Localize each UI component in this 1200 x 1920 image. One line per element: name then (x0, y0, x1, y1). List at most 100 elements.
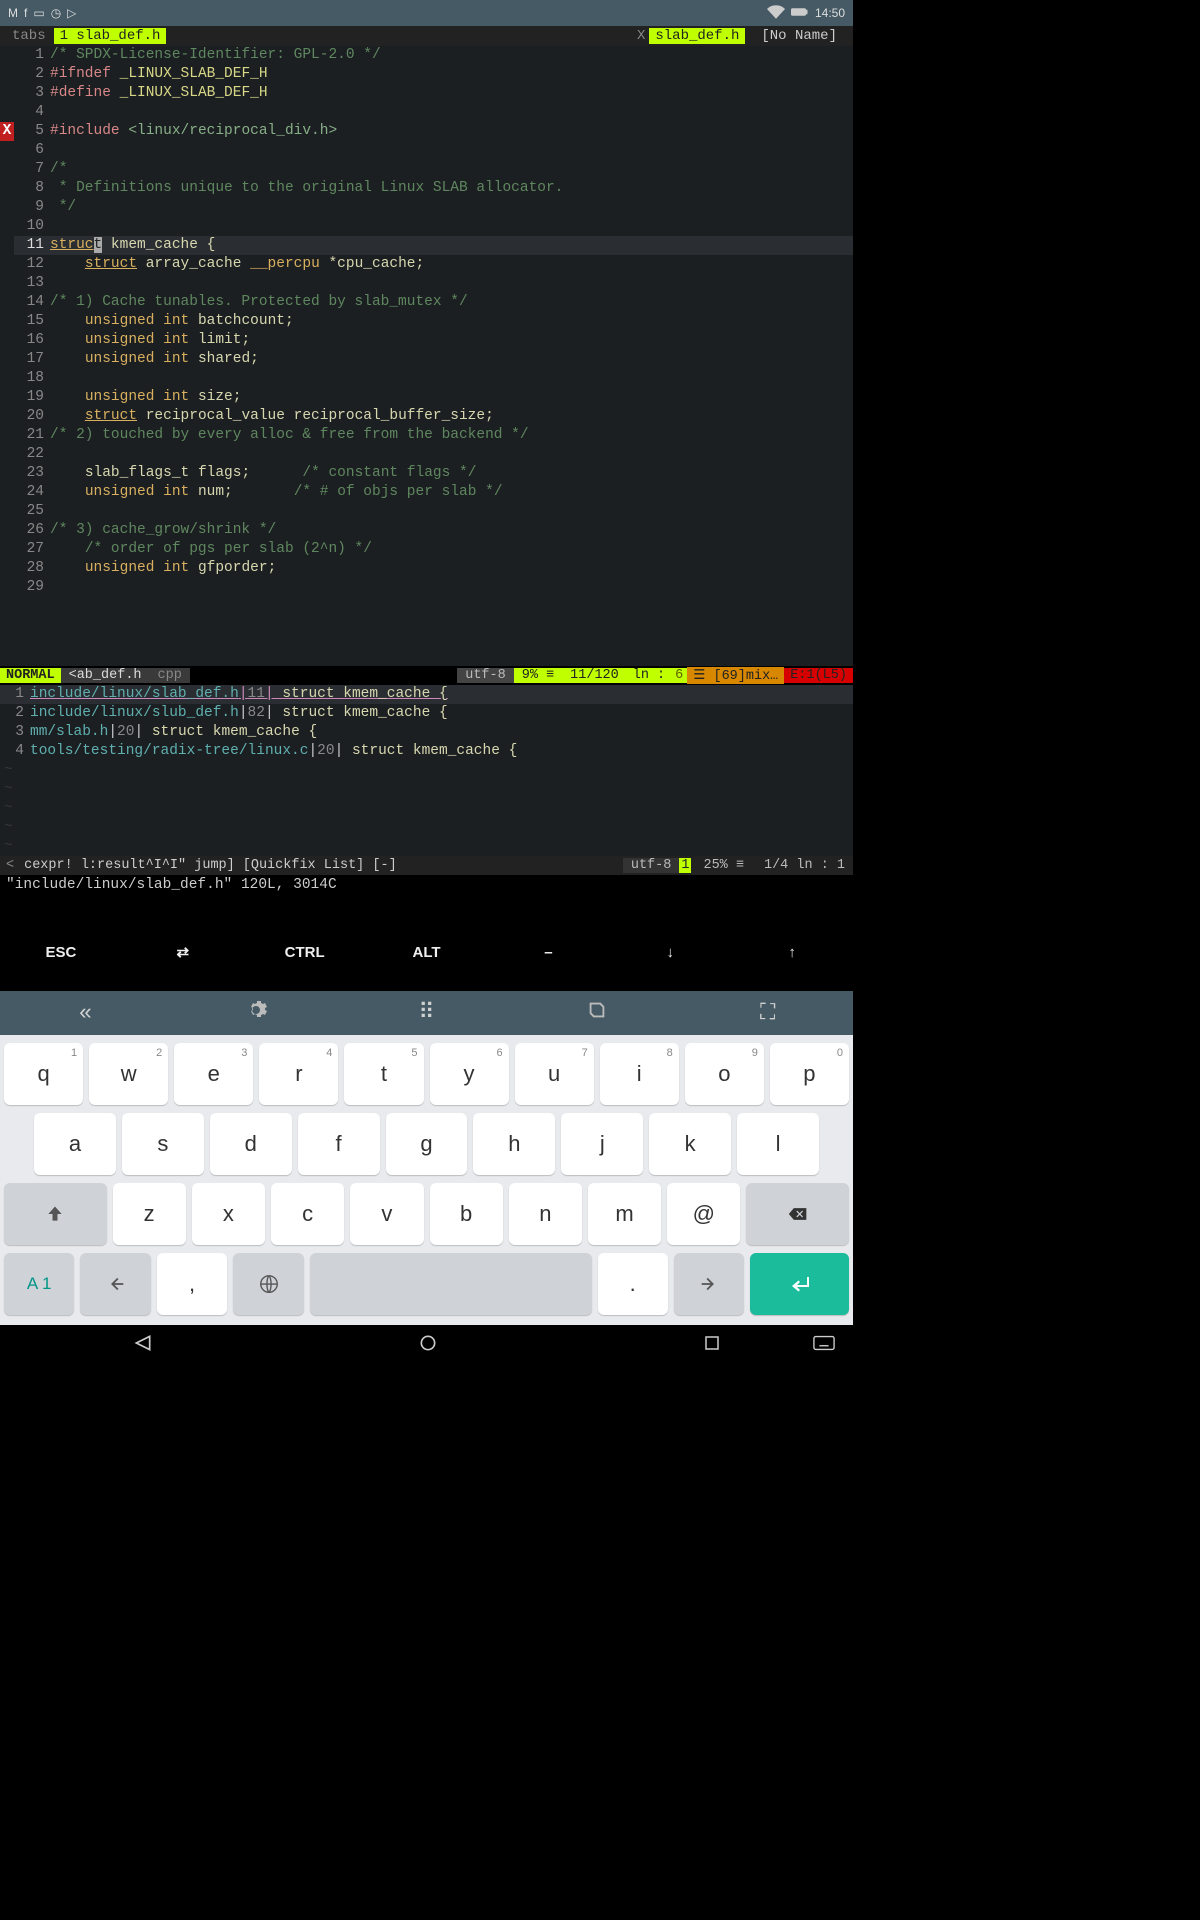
key-n[interactable]: n (509, 1183, 582, 1245)
key-j[interactable]: j (561, 1113, 643, 1175)
code-line[interactable]: 14/* 1) Cache tunables. Protected by sla… (0, 293, 853, 312)
key-p[interactable]: 0p (770, 1043, 849, 1105)
key-f[interactable]: f (298, 1113, 380, 1175)
code-line[interactable]: 16 unsigned int limit; (0, 331, 853, 350)
key-r[interactable]: 4r (259, 1043, 338, 1105)
code-line[interactable]: 2#ifndef _LINUX_SLAB_DEF_H (0, 65, 853, 84)
airline-warning: ☰ [69]mix… (687, 667, 784, 684)
code-line[interactable]: 1/* SPDX-License-Identifier: GPL-2.0 */ (0, 46, 853, 65)
code-line[interactable]: 18 (0, 369, 853, 388)
key-h[interactable]: h (473, 1113, 555, 1175)
key-b[interactable]: b (430, 1183, 503, 1245)
nav-keyboard-icon[interactable] (813, 1335, 835, 1356)
code-line[interactable]: 21/* 2) touched by every alloc & free fr… (0, 426, 853, 445)
code-line[interactable]: 20 struct reciprocal_value reciprocal_bu… (0, 407, 853, 426)
term-key-ctrl[interactable]: CTRL (244, 944, 366, 961)
key-d[interactable]: d (210, 1113, 292, 1175)
key-comma[interactable]: , (157, 1253, 227, 1315)
vim-tabline[interactable]: tabs 1 slab_def.h X slab_def.h [No Name] (0, 26, 853, 46)
calendar-icon: ▭ (33, 6, 44, 20)
code-line[interactable]: 17 unsigned int shared; (0, 350, 853, 369)
airline-ln-label: ln : (627, 668, 671, 683)
code-line[interactable]: 7/* (0, 160, 853, 179)
facebook-icon: f (24, 6, 27, 20)
code-line[interactable]: X5#include <linux/reciprocal_div.h> (0, 122, 853, 141)
key-z[interactable]: z (113, 1183, 186, 1245)
term-key-↓[interactable]: ↓ (609, 944, 731, 961)
code-line[interactable]: 28 unsigned int gfporder; (0, 559, 853, 578)
key-c[interactable]: c (271, 1183, 344, 1245)
term-key-–[interactable]: – (487, 944, 609, 961)
tab-buffer-1[interactable]: slab_def.h (649, 28, 745, 44)
code-line[interactable]: 10 (0, 217, 853, 236)
code-line[interactable]: 11struct kmem_cache { (0, 236, 853, 255)
key-shift[interactable] (4, 1183, 107, 1245)
key-at[interactable]: @ (667, 1183, 740, 1245)
key-x[interactable]: x (192, 1183, 265, 1245)
code-line[interactable]: 26/* 3) cache_grow/shrink */ (0, 521, 853, 540)
key-l[interactable]: l (737, 1113, 819, 1175)
key-w[interactable]: 2w (89, 1043, 168, 1105)
term-key-⇄[interactable]: ⇄ (122, 943, 244, 961)
term-key-↑[interactable]: ↑ (731, 944, 853, 961)
code-line[interactable]: 15 unsigned int batchcount; (0, 312, 853, 331)
key-backspace[interactable] (746, 1183, 849, 1245)
key-m[interactable]: m (588, 1183, 661, 1245)
code-line[interactable]: 8 * Definitions unique to the original L… (0, 179, 853, 198)
code-line[interactable]: 13 (0, 274, 853, 293)
key-s[interactable]: s (122, 1113, 204, 1175)
clipboard-icon[interactable] (512, 999, 683, 1028)
key-e[interactable]: 3e (174, 1043, 253, 1105)
key-u[interactable]: 7u (515, 1043, 594, 1105)
quickfix-item[interactable]: 1include/linux/slab_def.h|11| struct kme… (0, 685, 853, 704)
key-space[interactable] (310, 1253, 592, 1315)
key-enter[interactable] (750, 1253, 849, 1315)
code-line[interactable]: 9 */ (0, 198, 853, 217)
key-i[interactable]: 8i (600, 1043, 679, 1105)
key-v[interactable]: v (350, 1183, 423, 1245)
airline-col: 6 (671, 668, 687, 683)
quickfix-item[interactable]: 4tools/testing/radix-tree/linux.c|20| st… (0, 742, 853, 761)
wifi-icon (767, 3, 785, 24)
airline-filename: <ab_def.h (61, 668, 150, 683)
key-right[interactable] (674, 1253, 744, 1315)
key-g[interactable]: g (386, 1113, 468, 1175)
key-k[interactable]: k (649, 1113, 731, 1175)
nav-home-icon[interactable] (418, 1333, 438, 1358)
key-left[interactable] (80, 1253, 150, 1315)
key-globe[interactable] (233, 1253, 303, 1315)
code-line[interactable]: 25 (0, 502, 853, 521)
tab-active[interactable]: 1 slab_def.h (54, 28, 167, 44)
kb-collapse-icon[interactable]: « (0, 1001, 171, 1026)
gear-icon[interactable] (171, 998, 342, 1029)
code-line[interactable]: 22 (0, 445, 853, 464)
code-line[interactable]: 19 unsigned int size; (0, 388, 853, 407)
key-q[interactable]: 1q (4, 1043, 83, 1105)
tab-buffer-noname[interactable]: [No Name] (755, 28, 843, 44)
tab-close-x[interactable]: X (633, 28, 649, 44)
code-line[interactable]: 6 (0, 141, 853, 160)
editor-pane[interactable]: 1/* SPDX-License-Identifier: GPL-2.0 */2… (0, 46, 853, 666)
code-line[interactable]: 29 (0, 578, 853, 597)
code-line[interactable]: 12 struct array_cache __percpu *cpu_cach… (0, 255, 853, 274)
nav-recent-icon[interactable] (703, 1334, 721, 1357)
key-symbols[interactable]: A 1 (4, 1253, 74, 1315)
key-y[interactable]: 6y (430, 1043, 509, 1105)
drag-handle-icon[interactable]: ⠿ (341, 1000, 512, 1026)
key-period[interactable]: . (598, 1253, 668, 1315)
code-line[interactable]: 24 unsigned int num; /* # of objs per sl… (0, 483, 853, 502)
term-key-alt[interactable]: ALT (366, 944, 488, 961)
key-a[interactable]: a (34, 1113, 116, 1175)
term-key-esc[interactable]: ESC (0, 944, 122, 961)
quickfix-item[interactable]: 3mm/slab.h|20| struct kmem_cache { (0, 723, 853, 742)
code-line[interactable]: 23 slab_flags_t flags; /* constant flags… (0, 464, 853, 483)
quickfix-pane[interactable]: 1include/linux/slab_def.h|11| struct kme… (0, 685, 853, 856)
code-line[interactable]: 27 /* order of pgs per slab (2^n) */ (0, 540, 853, 559)
fullscreen-icon[interactable]: ⛶ (682, 1001, 853, 1026)
code-line[interactable]: 4 (0, 103, 853, 122)
code-line[interactable]: 3#define _LINUX_SLAB_DEF_H (0, 84, 853, 103)
key-t[interactable]: 5t (344, 1043, 423, 1105)
nav-back-icon[interactable] (133, 1333, 153, 1358)
quickfix-item[interactable]: 2include/linux/slub_def.h|82| struct kme… (0, 704, 853, 723)
key-o[interactable]: 9o (685, 1043, 764, 1105)
